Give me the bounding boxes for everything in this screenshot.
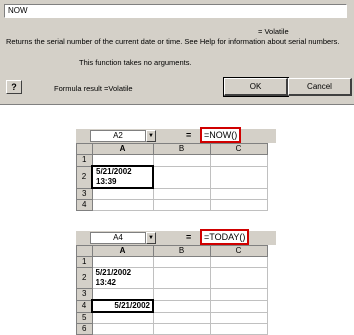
cell[interactable] (152, 323, 211, 335)
ok-button[interactable]: OK (223, 77, 289, 97)
cell-a2[interactable]: 5/21/2002 13:39 (91, 165, 154, 189)
cell[interactable] (152, 267, 211, 289)
cell[interactable] (152, 299, 211, 313)
cell[interactable] (91, 199, 154, 211)
row-header[interactable]: 6 (76, 323, 93, 335)
formula-bar: A2 ▼ = =NOW() (76, 127, 276, 143)
no-arguments-text: This function takes no arguments. (79, 58, 192, 67)
cell[interactable] (152, 311, 211, 324)
column-header-c[interactable]: C (209, 143, 268, 155)
formula-input[interactable]: =NOW() (200, 127, 242, 143)
cell[interactable] (152, 154, 211, 167)
row-header[interactable]: 5 (76, 311, 93, 324)
equals-sign: = (186, 130, 192, 140)
cell[interactable] (209, 267, 268, 289)
cell[interactable] (91, 323, 154, 335)
cell[interactable] (91, 154, 154, 167)
cell[interactable] (209, 311, 268, 324)
corner-cell[interactable] (76, 245, 93, 257)
cell[interactable] (209, 154, 268, 167)
chevron-down-icon[interactable]: ▼ (146, 232, 156, 244)
chevron-down-icon[interactable]: ▼ (146, 130, 156, 142)
cell-a4[interactable]: 5/21/2002 (91, 299, 154, 313)
column-header-a[interactable]: A (91, 143, 154, 155)
cell[interactable] (152, 256, 211, 268)
cell[interactable] (91, 187, 154, 200)
row-header[interactable]: 1 (76, 154, 93, 167)
formula-bar: A4 ▼ = =TODAY() (76, 229, 276, 245)
cell[interactable] (91, 311, 154, 324)
cell[interactable] (91, 256, 154, 268)
function-description: Returns the serial number of the current… (6, 37, 340, 46)
cell[interactable] (209, 299, 268, 313)
cell[interactable] (91, 288, 154, 301)
cell-a2[interactable]: 5/21/2002 13:42 (91, 267, 154, 289)
corner-cell[interactable] (76, 143, 93, 155)
cell-grid: A B C 1 2 5/21/2002 13:42 3 4 5/21/2002 … (76, 245, 268, 335)
cell[interactable] (209, 256, 268, 268)
cell[interactable] (209, 165, 268, 189)
row-header[interactable]: 3 (76, 187, 93, 200)
equals-sign: = (186, 232, 192, 242)
cell[interactable] (209, 199, 268, 211)
cell[interactable] (209, 187, 268, 200)
cancel-button[interactable]: Cancel (288, 78, 352, 96)
row-header[interactable]: 3 (76, 288, 93, 301)
name-box[interactable]: A2 (90, 130, 146, 142)
row-header[interactable]: 2 (76, 267, 93, 289)
cell[interactable] (152, 288, 211, 301)
cell[interactable] (209, 288, 268, 301)
cell[interactable] (152, 165, 211, 189)
function-name-field[interactable]: NOW (4, 4, 347, 18)
column-header-c[interactable]: C (209, 245, 268, 257)
cell[interactable] (152, 199, 211, 211)
cell-grid: A B C 1 2 5/21/2002 13:39 3 4 (76, 143, 268, 211)
name-box[interactable]: A4 (90, 232, 146, 244)
row-header[interactable]: 2 (76, 165, 93, 189)
row-header[interactable]: 4 (76, 299, 93, 313)
help-icon[interactable]: ? (6, 80, 22, 94)
column-header-a[interactable]: A (91, 245, 154, 257)
column-header-b[interactable]: B (152, 245, 211, 257)
function-arguments-dialog: NOW = Volatile Returns the serial number… (0, 0, 354, 105)
formula-result-label: Formula result =Volatile (54, 84, 133, 93)
row-header[interactable]: 4 (76, 199, 93, 211)
column-header-b[interactable]: B (152, 143, 211, 155)
cell[interactable] (152, 187, 211, 200)
cell[interactable] (209, 323, 268, 335)
row-header[interactable]: 1 (76, 256, 93, 268)
volatile-result-label: = Volatile (258, 27, 289, 36)
formula-input[interactable]: =TODAY() (200, 229, 250, 245)
